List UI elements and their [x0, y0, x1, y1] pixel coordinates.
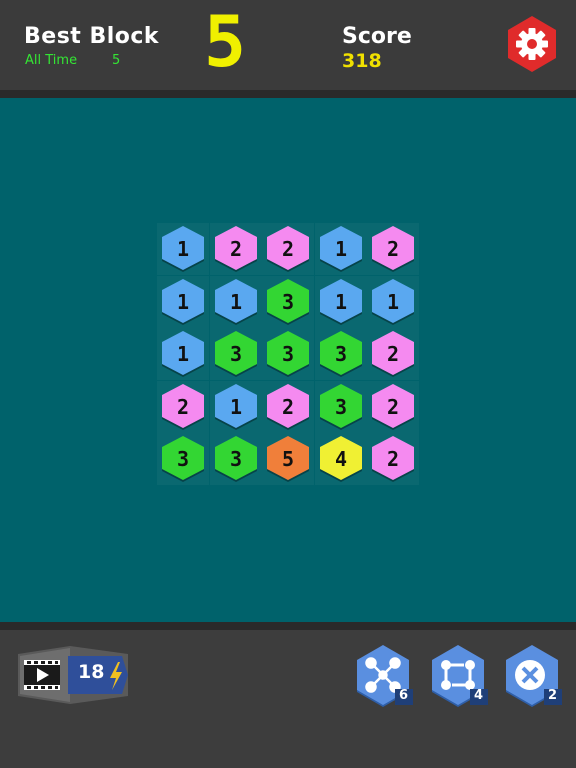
hex-tile-value: 1	[334, 237, 346, 261]
hex-tile-value: 3	[334, 395, 346, 419]
top-bar: Best Block All Time 5 5 Score 318	[0, 0, 576, 90]
hex-tile[interactable]: 3	[212, 330, 260, 378]
hex-tile[interactable]: 2	[369, 383, 417, 431]
hex-tile[interactable]: 1	[317, 225, 365, 273]
hex-tile[interactable]: 1	[159, 225, 207, 273]
board-shadow	[0, 622, 576, 630]
hex-tile-value: 2	[177, 395, 189, 419]
hex-tile-value: 1	[229, 395, 241, 419]
hex-tile[interactable]: 4	[317, 435, 365, 483]
hex-tile[interactable]: 3	[264, 278, 312, 326]
hex-tile[interactable]: 2	[369, 225, 417, 273]
current-block-number: 5	[203, 1, 247, 83]
remove-count: 2	[548, 688, 558, 703]
hex-tile[interactable]: 2	[369, 435, 417, 483]
hex-tile-value: 1	[177, 342, 189, 366]
hex-tile[interactable]: 3	[317, 383, 365, 431]
hex-tile-value: 2	[387, 342, 399, 366]
hex-tile[interactable]: 2	[264, 383, 312, 431]
hex-tile-value: 1	[387, 290, 399, 314]
hex-tile-value: 2	[282, 395, 294, 419]
hex-tile-value: 1	[334, 290, 346, 314]
hex-grid: 1 2 2 1 2 1 1 3 1 1 1 3 3 3 2 2 1 2 3 2 3 3 5 4 2	[157, 223, 419, 485]
hex-tile[interactable]: 2	[264, 225, 312, 273]
hex-tile-value: 2	[387, 447, 399, 471]
hex-tile-value: 3	[334, 342, 346, 366]
hex-tile-value: 4	[334, 447, 346, 471]
all-time-value: 5	[112, 53, 121, 68]
settings-button[interactable]	[502, 14, 562, 74]
close-icon	[515, 660, 545, 690]
shuffle-count: 6	[399, 688, 409, 703]
top-bar-shadow	[0, 90, 576, 98]
watch-video-button[interactable]	[10, 642, 132, 708]
hex-tile[interactable]: 1	[317, 278, 365, 326]
all-time-label: All Time	[25, 53, 78, 68]
hex-tile-value: 3	[282, 342, 294, 366]
hex-tile-value: 3	[229, 342, 241, 366]
score-title: Score	[342, 24, 412, 49]
best-block-title: Best Block	[24, 24, 160, 49]
hex-tile[interactable]: 1	[159, 330, 207, 378]
film-play-icon	[24, 660, 60, 690]
hex-tile-value: 1	[177, 290, 189, 314]
hex-tile[interactable]: 3	[159, 435, 207, 483]
hex-tile-value: 3	[229, 447, 241, 471]
swap-count: 4	[474, 688, 484, 703]
hex-tile-value: 2	[387, 395, 399, 419]
hex-tile-value: 3	[177, 447, 189, 471]
hex-tile-value: 1	[177, 237, 189, 261]
hex-tile-value: 2	[282, 237, 294, 261]
hex-tile-value: 5	[282, 447, 294, 471]
hex-tile[interactable]: 3	[264, 330, 312, 378]
hex-tile[interactable]: 2	[212, 225, 260, 273]
hex-tile-value: 1	[229, 290, 241, 314]
gear-icon	[508, 16, 556, 72]
hex-tile[interactable]: 1	[212, 278, 260, 326]
hex-tile-value: 2	[387, 237, 399, 261]
hex-tile[interactable]: 1	[369, 278, 417, 326]
hex-tile[interactable]: 1	[159, 278, 207, 326]
hex-tile[interactable]: 2	[369, 330, 417, 378]
hex-tile[interactable]: 5	[264, 435, 312, 483]
hex-tile-value: 2	[229, 237, 241, 261]
hex-tile[interactable]: 3	[317, 330, 365, 378]
hex-tile[interactable]: 2	[159, 383, 207, 431]
hex-tile[interactable]: 3	[212, 435, 260, 483]
hex-tile[interactable]: 1	[212, 383, 260, 431]
hex-tile-value: 3	[282, 290, 294, 314]
score-value: 318	[342, 50, 382, 72]
video-energy-count: 18	[78, 661, 105, 683]
